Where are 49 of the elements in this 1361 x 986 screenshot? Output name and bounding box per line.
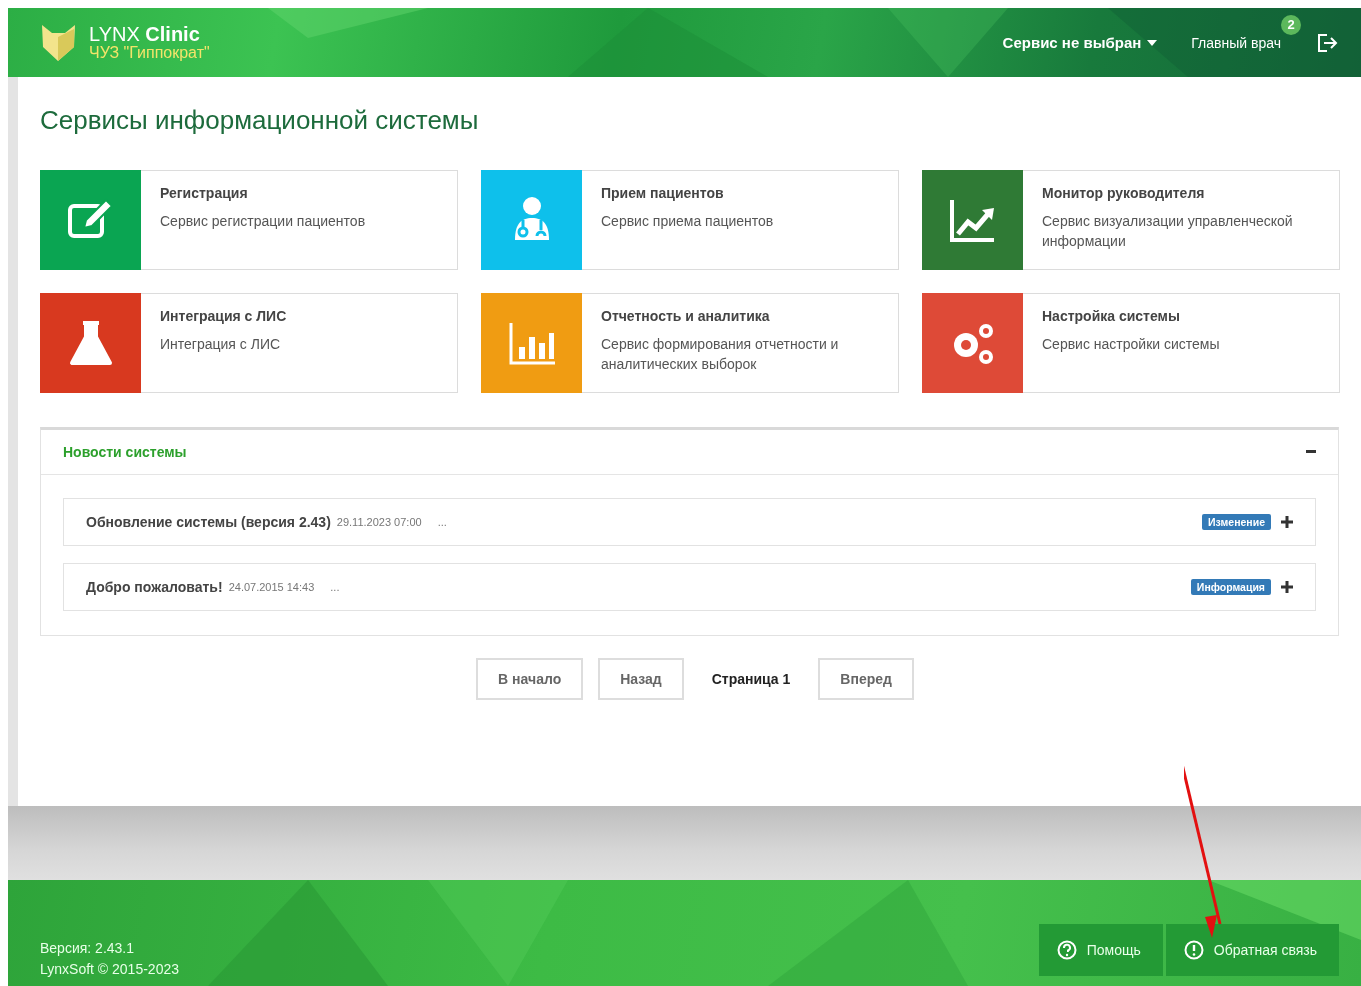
app-name: LYNX Clinic bbox=[89, 23, 201, 44]
tag-label: Информация bbox=[1190, 579, 1271, 595]
service-description: Сервис настройки системы bbox=[1042, 335, 1220, 354]
notification-badge: 2 bbox=[1281, 14, 1301, 35]
service-tile[interactable] bbox=[481, 293, 582, 393]
caret-icon bbox=[1147, 39, 1158, 46]
news-item[interactable]: Добро пожаловать! 24.07.2015 14:43 ... Информация bbox=[63, 563, 1316, 611]
expand-icon[interactable] bbox=[1281, 516, 1293, 528]
news-title: Добро пожаловать! bbox=[86, 579, 223, 595]
organization-name: ЧУЗ "Гиппократ" bbox=[89, 43, 210, 62]
news-date: 29.11.2023 07:00 bbox=[336, 516, 422, 528]
help-icon bbox=[1056, 940, 1077, 960]
alert-icon bbox=[1183, 940, 1204, 960]
pager-button[interactable]: Назад bbox=[598, 658, 684, 700]
tag-label: Изменение bbox=[1202, 514, 1271, 530]
logout-icon[interactable] bbox=[1317, 32, 1339, 53]
service-dropdown[interactable]: Сервис не выбран bbox=[1002, 34, 1158, 51]
service-description: Сервис приема пациентов bbox=[601, 212, 774, 231]
service-tile[interactable] bbox=[40, 170, 141, 270]
service-title[interactable]: Монитор руководителя bbox=[1042, 185, 1320, 201]
service-description: Сервис регистрации пациентов bbox=[160, 212, 366, 231]
news-title: Обновление системы (версия 2.43) bbox=[86, 514, 331, 530]
page-title: Сервисы информационной системы bbox=[40, 105, 480, 136]
panel-title: Новости системы bbox=[63, 444, 187, 460]
service-title[interactable]: Настройка системы bbox=[1042, 308, 1220, 324]
ellipsis-text: ... bbox=[330, 581, 340, 593]
pager-button[interactable]: Вперед bbox=[818, 658, 914, 700]
version-text: Версия: 2.43.1 bbox=[40, 939, 135, 958]
service-tile[interactable] bbox=[922, 293, 1023, 393]
news-item[interactable]: Обновление системы (версия 2.43) 29.11.2023 07:00 ... Изменение bbox=[63, 498, 1316, 546]
current-page: Страница 1 bbox=[711, 671, 791, 687]
service-tile[interactable] bbox=[922, 170, 1023, 270]
collapse-icon[interactable] bbox=[1306, 450, 1316, 454]
service-title[interactable]: Регистрация bbox=[160, 185, 366, 201]
copyright-text: LynxSoft © 2015-2023 bbox=[40, 960, 179, 979]
service-description: Сервис формирования отчетности и аналитических выборок bbox=[601, 335, 840, 374]
service-tile[interactable] bbox=[40, 293, 141, 393]
expand-icon[interactable] bbox=[1281, 581, 1293, 593]
pager-button[interactable]: В начало bbox=[476, 658, 584, 700]
service-tile[interactable] bbox=[481, 170, 582, 270]
ellipsis-text: ... bbox=[437, 516, 447, 528]
service-title[interactable]: Отчетность и аналитика bbox=[601, 308, 879, 324]
service-title[interactable]: Прием пациентов bbox=[601, 185, 774, 201]
news-date: 24.07.2015 14:43 bbox=[228, 581, 315, 593]
service-description: Интеграция с ЛИС bbox=[160, 335, 282, 354]
service-description: Сервис визуализации управленческой информации bbox=[1042, 212, 1294, 251]
user-role[interactable]: Главный врач bbox=[1191, 34, 1281, 51]
service-title[interactable]: Интеграция с ЛИС bbox=[160, 308, 287, 324]
fox-logo-icon bbox=[40, 22, 77, 63]
